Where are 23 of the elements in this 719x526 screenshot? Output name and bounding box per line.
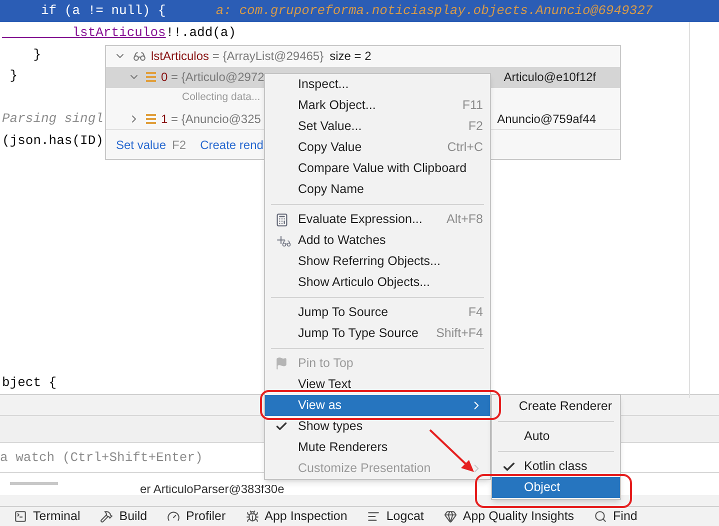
shortcut-label: F4 [468, 304, 483, 322]
code-text: bject { [2, 374, 57, 392]
size-label: size = 2 [330, 48, 372, 66]
loading-text: Collecting data... [182, 90, 260, 106]
shortcut-label: Alt+F8 [446, 211, 483, 228]
shortcut-label: Ctrl+C [447, 139, 483, 156]
tree-value: 1 = {Anuncio@325 [161, 110, 261, 128]
code-text: if (a != null) { [40, 2, 166, 20]
inline-hint: a: com.gruporeforma.noticiasplay.objects.Anuncio@6949327 [216, 2, 653, 20]
tree-value: lstArticulos = {ArrayList@29465} [151, 48, 324, 66]
shortcut-label: F2 [468, 118, 483, 136]
tree-value: Anuncio@759af44 [497, 110, 596, 128]
code-text: } [8, 67, 18, 85]
code-comment: Parsing singl [2, 110, 104, 128]
code-text: (json.has(ID) [2, 132, 104, 150]
variable-value: er ArticuloParser@383f30e [140, 484, 284, 496]
shortcut-label: F11 [462, 97, 483, 114]
code-text: !!.add(a) [166, 24, 236, 42]
code-text: lstArticulos [71, 24, 166, 42]
shortcut-label: Shift+F4 [436, 325, 483, 342]
tree-value: Articulo@e10f12f [504, 69, 596, 86]
shortcut-label: F2 [172, 136, 186, 154]
tree-value: 0 = {Articulo@2972 [161, 69, 264, 86]
